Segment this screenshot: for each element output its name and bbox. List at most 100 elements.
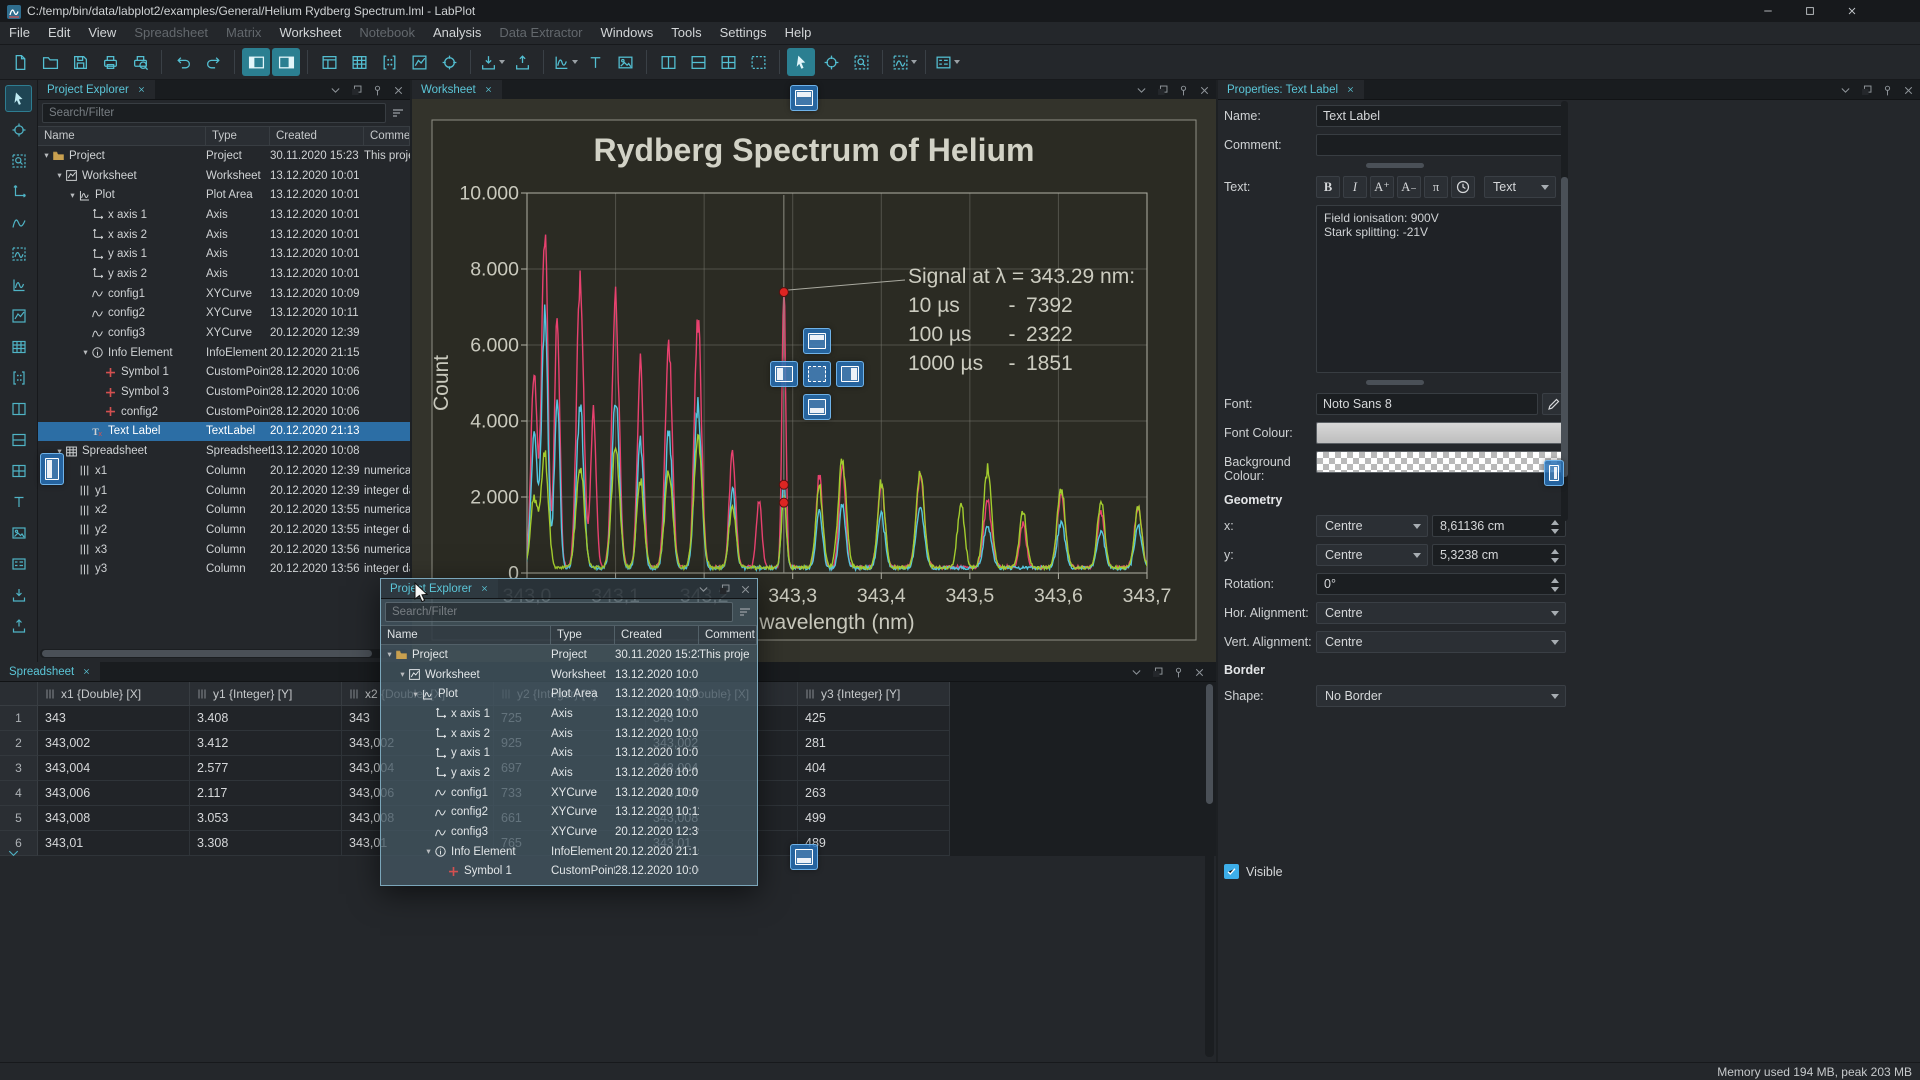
- comment-input[interactable]: [1316, 134, 1566, 156]
- table-cell[interactable]: 3.053: [190, 806, 342, 831]
- maximize-button[interactable]: [1790, 0, 1830, 22]
- legend-tool[interactable]: [5, 550, 32, 577]
- table-cell[interactable]: 281: [798, 731, 950, 756]
- spreadsheet-scrollbar[interactable]: [1205, 682, 1214, 1057]
- search-input[interactable]: [385, 602, 733, 622]
- column-header-created[interactable]: Created: [615, 626, 699, 644]
- dock-menu-icon[interactable]: [1839, 82, 1852, 100]
- spreadsheet-tool[interactable]: [5, 333, 32, 360]
- expander-icon[interactable]: ▾: [54, 170, 65, 181]
- spin-arrows-icon[interactable]: [1551, 578, 1560, 592]
- name-input[interactable]: [1316, 105, 1566, 127]
- menu-tools[interactable]: Tools: [662, 22, 710, 44]
- expander-icon[interactable]: ▾: [384, 649, 395, 660]
- tab-close-icon[interactable]: [82, 667, 91, 676]
- zoom-select-tool[interactable]: [5, 147, 32, 174]
- math-symbols-button[interactable]: π: [1424, 176, 1448, 198]
- float-icon[interactable]: [1860, 82, 1873, 100]
- menu-worksheet[interactable]: Worksheet: [270, 22, 350, 44]
- toggle-project-explorer-button[interactable]: [242, 48, 270, 76]
- row-number[interactable]: 2: [0, 731, 38, 756]
- crosshair-tool-button[interactable]: [817, 48, 845, 76]
- add-image-button[interactable]: [611, 48, 639, 76]
- splitter-handle[interactable]: [1366, 163, 1424, 168]
- dock-indicator-edge-right[interactable]: [1544, 460, 1564, 486]
- info-title[interactable]: Signal at λ = 343.29 nm:: [908, 265, 1135, 288]
- worksheet-tool[interactable]: [5, 302, 32, 329]
- tree-row-x2[interactable]: x2Column20.12.2020 13:55numerical: [38, 500, 410, 520]
- scrollbar-thumb[interactable]: [1561, 177, 1568, 477]
- scroll-down-icon[interactable]: [6, 845, 21, 863]
- dock-menu-icon[interactable]: [1135, 82, 1148, 100]
- tree-row-spreadsheet[interactable]: ▾SpreadsheetSpreadsheet13.12.2020 10:08: [38, 441, 410, 461]
- text-mode-combo[interactable]: Text: [1484, 176, 1556, 198]
- tree-row-symbol-3[interactable]: Symbol 3CustomPoint28.12.2020 10:06: [38, 382, 410, 402]
- tree-row-config3[interactable]: config3XYCurve20.12.2020 12:39: [38, 323, 410, 343]
- floating-project-explorer[interactable]: Project Explorer NameTypeCreatedComment …: [380, 578, 758, 886]
- table-cell[interactable]: 499: [798, 806, 950, 831]
- save-project-button[interactable]: [66, 48, 94, 76]
- border-shape-combo[interactable]: No Border: [1316, 685, 1566, 707]
- tree-row-x-axis-2[interactable]: x axis 2Axis13.12.2020 10:01: [381, 724, 757, 744]
- bold-button[interactable]: B: [1316, 176, 1340, 198]
- pin-icon[interactable]: [1881, 82, 1894, 100]
- column-header-name[interactable]: Name: [381, 626, 551, 644]
- tree-row-config2[interactable]: config2XYCurve13.12.2020 10:11: [38, 304, 410, 324]
- x-position-spin[interactable]: 8,61136 cm: [1432, 515, 1566, 537]
- matrix-tool[interactable]: [5, 364, 32, 391]
- toggle-properties-explorer-button[interactable]: [272, 48, 300, 76]
- tree-row-symbol-1[interactable]: Symbol 1CustomPoint28.12.2020 10:06: [381, 862, 757, 882]
- zoom-select-tool-button[interactable]: [847, 48, 875, 76]
- curve-tool[interactable]: [5, 209, 32, 236]
- dock-indicator-left[interactable]: [770, 361, 798, 387]
- tree-row-project[interactable]: ▾ProjectProject30.11.2020 15:23This proj…: [38, 146, 410, 166]
- dock-indicator-outer-top[interactable]: [790, 85, 818, 111]
- spin-arrows-icon[interactable]: [1551, 549, 1560, 563]
- table-cell[interactable]: 343,004: [38, 756, 190, 781]
- font-input[interactable]: [1316, 393, 1538, 415]
- layout-v-tool[interactable]: [5, 395, 32, 422]
- dock-indicator-outer-bottom[interactable]: [790, 844, 818, 870]
- add-plot-button[interactable]: [551, 48, 579, 76]
- column-header-created[interactable]: Created: [270, 127, 364, 145]
- font-colour-swatch[interactable]: [1316, 422, 1566, 444]
- row-number[interactable]: 5: [0, 806, 38, 831]
- tree-row-y2[interactable]: y2Column20.12.2020 13:55integer da: [38, 520, 410, 540]
- add-curve-button[interactable]: [890, 48, 918, 76]
- print-button[interactable]: [96, 48, 124, 76]
- x-axis-label[interactable]: wavelength (nm): [758, 611, 914, 634]
- tree-row-y1[interactable]: y1Column20.12.2020 12:39integer da: [38, 481, 410, 501]
- table-cell[interactable]: 3.412: [190, 731, 342, 756]
- tree-row-config1[interactable]: config1XYCurve13.12.2020 10:09: [381, 783, 757, 803]
- open-project-button[interactable]: [36, 48, 64, 76]
- info-marker-point[interactable]: [779, 288, 788, 297]
- dock-menu-icon[interactable]: [697, 581, 710, 599]
- background-colour-swatch[interactable]: [1316, 451, 1566, 473]
- tab-spreadsheet[interactable]: Spreadsheet: [0, 662, 100, 681]
- column-header-name[interactable]: Name: [38, 127, 206, 145]
- info-marker-point[interactable]: [779, 480, 788, 489]
- table-cell[interactable]: 343,006: [38, 781, 190, 806]
- undo-button[interactable]: [169, 48, 197, 76]
- tree-row-config2[interactable]: config2XYCurve13.12.2020 10:11: [381, 803, 757, 823]
- table-cell[interactable]: 404: [798, 756, 950, 781]
- axis-tool[interactable]: [5, 178, 32, 205]
- redo-button[interactable]: [199, 48, 227, 76]
- pin-icon[interactable]: [1172, 664, 1185, 682]
- text-tool[interactable]: [5, 488, 32, 515]
- import-button[interactable]: [478, 48, 506, 76]
- plot-tool[interactable]: [5, 271, 32, 298]
- spin-arrows-icon[interactable]: [1551, 520, 1560, 534]
- tree-row-config1[interactable]: config1XYCurve13.12.2020 10:09: [38, 284, 410, 304]
- filter-options-icon[interactable]: [737, 604, 753, 620]
- scrollbar-thumb[interactable]: [1206, 684, 1213, 804]
- tree-row-plot[interactable]: ▾PlotPlot Area13.12.2020 10:01: [381, 684, 757, 704]
- minimize-button[interactable]: [1748, 0, 1788, 22]
- dock-indicator-bottom[interactable]: [803, 394, 831, 420]
- menu-analysis[interactable]: Analysis: [424, 22, 490, 44]
- splitter-handle[interactable]: [1366, 380, 1424, 385]
- dock-menu-icon[interactable]: [329, 82, 342, 100]
- layout-break-button[interactable]: [744, 48, 772, 76]
- expander-icon[interactable]: ▾: [397, 669, 408, 680]
- dock-menu-icon[interactable]: [1130, 664, 1143, 682]
